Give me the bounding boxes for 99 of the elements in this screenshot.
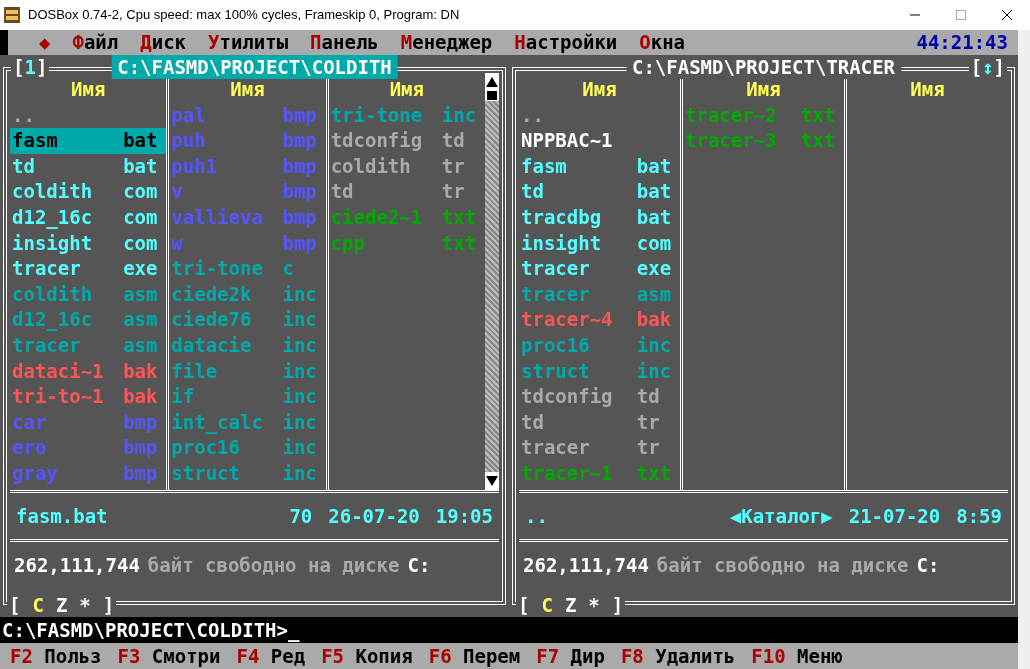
file-row[interactable]: coldith asm bbox=[10, 281, 167, 308]
file-row[interactable]: coldith tr bbox=[328, 153, 485, 180]
scrollbar[interactable] bbox=[485, 73, 499, 490]
column-header: Имя bbox=[388, 77, 425, 102]
free-space: 262,111,744 bbox=[14, 553, 140, 578]
file-row[interactable]: td tr bbox=[519, 409, 680, 436]
free-space-label: байт свободно на диске bbox=[656, 553, 909, 578]
file-row[interactable]: int_calc inc bbox=[169, 409, 326, 436]
menu-item[interactable]: Окна bbox=[628, 30, 697, 55]
column-header: Имя bbox=[909, 77, 946, 102]
file-row[interactable]: insight com bbox=[519, 230, 680, 257]
app-icon bbox=[4, 7, 20, 23]
file-row[interactable]: d12_16c com bbox=[10, 204, 167, 231]
file-row[interactable]: tri-tone inc bbox=[328, 102, 485, 129]
column-header: Имя bbox=[229, 77, 266, 102]
column-header: Имя bbox=[745, 77, 782, 102]
file-row[interactable]: td bat bbox=[519, 179, 680, 205]
bracket: ] bbox=[102, 593, 115, 617]
file-row[interactable]: fasm bat bbox=[10, 128, 167, 154]
close-icon bbox=[1002, 10, 1012, 20]
file-date: 26-07-20 bbox=[328, 504, 420, 529]
file-row[interactable]: cpp txt bbox=[328, 230, 485, 257]
file-row[interactable]: ciede76 inc bbox=[169, 307, 326, 333]
function-key[interactable]: F5 Копия bbox=[321, 641, 429, 669]
file-row[interactable]: tri-tone c bbox=[169, 256, 326, 282]
file-row[interactable]: struct inc bbox=[169, 460, 326, 487]
drive-button[interactable]: Z bbox=[55, 593, 68, 617]
drive-button[interactable]: * bbox=[588, 593, 600, 617]
file-row[interactable]: tracdbg bat bbox=[519, 204, 680, 231]
function-key[interactable]: F8 Удалить bbox=[620, 641, 752, 669]
file-row[interactable]: tracer exe bbox=[519, 256, 680, 282]
column-header: Имя bbox=[581, 77, 618, 102]
bracket: [ bbox=[9, 593, 21, 617]
file-row[interactable]: tracer~1 txt bbox=[519, 460, 680, 487]
maximize-icon bbox=[956, 10, 966, 20]
file-row[interactable]: if inc bbox=[169, 384, 326, 410]
file-row[interactable]: tracer tr bbox=[519, 435, 680, 461]
menu-item[interactable]: Диск bbox=[129, 30, 197, 55]
menu-item[interactable]: Менеджер bbox=[389, 30, 504, 55]
scroll-up-icon[interactable] bbox=[485, 73, 499, 101]
file-row[interactable]: insight com bbox=[10, 230, 167, 257]
file-time: 8:59 bbox=[956, 504, 1002, 529]
file-size: ◀Каталог▶ bbox=[729, 504, 833, 529]
function-key[interactable]: F3 Смотри bbox=[117, 641, 237, 669]
menu-item[interactable]: Утилиты bbox=[197, 30, 300, 55]
clock: 44:21:43 bbox=[916, 30, 1008, 56]
free-space: 262,111,744 bbox=[523, 553, 649, 578]
file-date: 21-07-20 bbox=[848, 504, 941, 529]
file-name: fasm.bat bbox=[16, 504, 108, 529]
file-row[interactable]: tri-to~1 bak bbox=[10, 384, 167, 410]
file-row[interactable]: dataci~1 bak bbox=[10, 358, 167, 385]
file-time: 19:05 bbox=[435, 504, 493, 529]
file-row[interactable]: tdconfig td bbox=[328, 128, 485, 154]
panel-path: C:\FASMD\PROJECT\COLDITH bbox=[111, 55, 398, 79]
file-row[interactable]: .. bbox=[519, 102, 680, 129]
window-title: DOSBox 0.74-2, Cpu speed: max 100% cycles, Frameskip 0, Program: DN bbox=[28, 6, 460, 25]
file-row[interactable]: NPPBAC~1 bbox=[519, 128, 680, 154]
menu-item[interactable]: Панель bbox=[299, 30, 390, 55]
file-row[interactable]: tracer~2 txt bbox=[683, 102, 844, 129]
file-row[interactable]: tdconfig td bbox=[519, 384, 680, 410]
file-row[interactable]: tracer asm bbox=[10, 332, 167, 359]
function-key[interactable]: F4 Ред bbox=[236, 641, 322, 669]
file-row[interactable]: fasm bat bbox=[519, 153, 680, 180]
column-header: Имя bbox=[70, 77, 107, 102]
file-row[interactable]: proc16 inc bbox=[519, 332, 680, 359]
menu-item[interactable]: Настройки bbox=[503, 30, 629, 55]
file-row[interactable]: td bat bbox=[10, 153, 167, 180]
file-row[interactable]: .. bbox=[10, 102, 167, 129]
file-row[interactable]: d12_16c asm bbox=[10, 307, 167, 333]
scroll-down-icon[interactable] bbox=[485, 472, 499, 490]
menu-item[interactable]: ◆ bbox=[28, 30, 62, 55]
file-row[interactable]: tracer asm bbox=[519, 281, 680, 308]
function-key[interactable]: F2 Польз bbox=[10, 641, 118, 669]
free-space-label: байт свободно на диске bbox=[147, 553, 400, 578]
file-name: .. bbox=[525, 504, 548, 529]
drive-button[interactable]: * bbox=[79, 593, 91, 617]
function-key[interactable]: F7 Дир bbox=[536, 641, 621, 669]
file-size: 70 bbox=[289, 504, 313, 529]
file-row[interactable]: tracer exe bbox=[10, 256, 167, 282]
file-row[interactable]: datacie inc bbox=[169, 332, 326, 359]
file-row[interactable]: proc16 inc bbox=[169, 435, 326, 461]
drive-button[interactable]: C bbox=[541, 593, 553, 617]
file-row[interactable]: struct inc bbox=[519, 358, 680, 385]
drive-button[interactable]: Z bbox=[564, 593, 577, 617]
file-row[interactable]: coldith com bbox=[10, 179, 167, 205]
file-row[interactable]: tracer~4 bak bbox=[519, 307, 680, 333]
drive-label: C: bbox=[916, 553, 940, 578]
menu-item[interactable]: Файл bbox=[61, 30, 130, 55]
file-row[interactable]: td tr bbox=[328, 179, 485, 205]
bracket: ] bbox=[611, 593, 624, 617]
function-key[interactable]: F10 Меню bbox=[751, 641, 859, 669]
drive-label: C: bbox=[407, 553, 431, 578]
bracket: [ bbox=[518, 593, 530, 617]
file-row[interactable]: ciede2~1 txt bbox=[328, 204, 485, 231]
file-row[interactable]: file inc bbox=[169, 358, 326, 385]
function-key[interactable]: F6 Перем bbox=[428, 641, 537, 669]
drive-button[interactable]: C bbox=[32, 593, 44, 617]
file-row[interactable]: tracer~3 txt bbox=[683, 128, 844, 154]
file-row[interactable]: ciede2k inc bbox=[169, 281, 326, 308]
